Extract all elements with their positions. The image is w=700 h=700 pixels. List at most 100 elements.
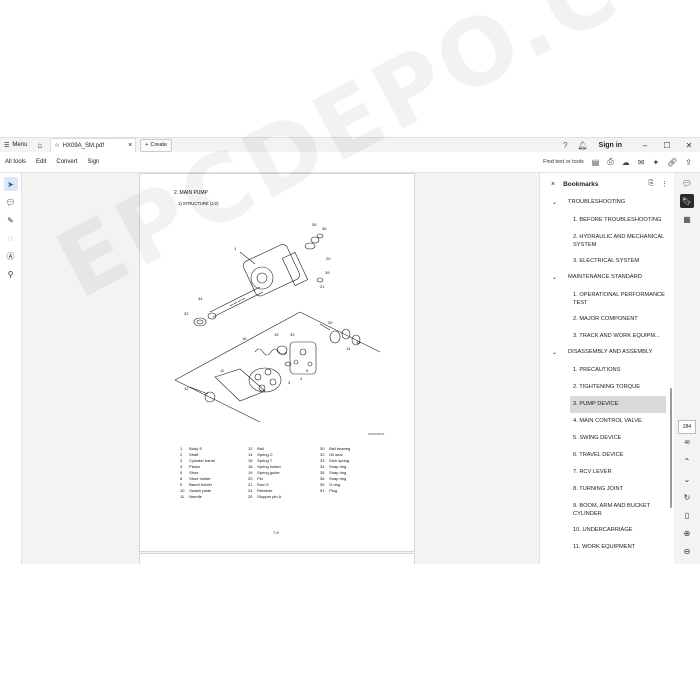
svg-text:32: 32 bbox=[184, 311, 189, 316]
create-button[interactable]: + Create bbox=[140, 138, 172, 152]
find-text-button[interactable]: Find text or tools bbox=[543, 159, 584, 165]
right-tool-rail: 💬︎ 🔖︎ ▦ 284 48 ⌃ ⌄ ↻ ▯ ⊕ ⊖ bbox=[674, 173, 700, 564]
bookmarks-panel: × Bookmarks ⎘ ⋮ ⌄ TROUBLESHOOTING 1. BEFO… bbox=[539, 173, 674, 564]
page-number: 7-9 bbox=[273, 530, 279, 535]
hamburger-icon: ☰ bbox=[4, 142, 10, 149]
svg-text:19: 19 bbox=[274, 332, 279, 337]
svg-text:21: 21 bbox=[320, 284, 325, 289]
add-bookmark-icon[interactable]: ⎘ bbox=[648, 180, 654, 188]
bookmark-item[interactable]: 1. BEFORE TROUBLESHOOTING bbox=[540, 212, 674, 229]
bookmark-item[interactable]: 2. TIGHTENING TORQUE bbox=[540, 379, 674, 396]
svg-text:12: 12 bbox=[184, 386, 189, 391]
bookmark-section[interactable]: ⌄ TROUBLESHOOTING bbox=[540, 195, 674, 212]
bookmark-item[interactable]: 9. BOOM, ARM AND BUCKET CYLINDER bbox=[540, 498, 674, 522]
figure-code: 1500AMP01 bbox=[368, 432, 385, 436]
thumbnails-icon[interactable]: ▦ bbox=[680, 212, 694, 226]
titlebar-right: ? 🔔︎ Sign in – ☐ ✕ bbox=[558, 138, 700, 152]
bookmark-item[interactable]: 3. TRACK AND WORK EQUIPM... bbox=[540, 328, 674, 345]
svg-text:11: 11 bbox=[220, 368, 225, 373]
svg-text:4: 4 bbox=[300, 376, 303, 381]
menu-convert[interactable]: Convert bbox=[56, 159, 77, 165]
more-options-icon[interactable]: ⋮ bbox=[661, 180, 668, 188]
legend-row: 51 Plug bbox=[320, 488, 338, 493]
scroll-down-icon[interactable]: ⌄ bbox=[680, 472, 694, 486]
legend-row: 11 Needle bbox=[180, 494, 202, 499]
svg-text:14: 14 bbox=[346, 346, 351, 351]
bookmark-item[interactable]: 2. MAJOR COMPONENT bbox=[540, 311, 674, 328]
svg-text:39: 39 bbox=[325, 270, 330, 275]
create-label: Create bbox=[150, 142, 167, 148]
bookmarks-title: Bookmarks bbox=[563, 180, 599, 188]
home-icon[interactable]: ⌂ bbox=[37, 141, 42, 150]
chevron-down-icon[interactable]: ⌄ bbox=[552, 274, 557, 281]
svg-text:35: 35 bbox=[312, 222, 317, 227]
zoom-out-icon[interactable]: ⊖ bbox=[680, 544, 694, 558]
comments-panel-icon[interactable]: 💬︎ bbox=[680, 176, 694, 190]
menu-all-tools[interactable]: All tools bbox=[5, 159, 26, 165]
svg-text:33: 33 bbox=[290, 332, 295, 337]
menu-edit[interactable]: Edit bbox=[36, 159, 46, 165]
document-tab[interactable]: ☆ HX09A_SM.pdf × bbox=[50, 138, 137, 152]
bookmark-item-selected[interactable]: 3. PUMP DEVICE bbox=[570, 396, 666, 413]
bookmark-item[interactable]: 8. TURNING JOINT bbox=[540, 481, 674, 498]
menu-sign[interactable]: Sign bbox=[87, 159, 99, 165]
scroll-up-icon[interactable]: ⌃ bbox=[680, 454, 694, 468]
svg-text:3: 3 bbox=[288, 380, 291, 385]
bookmark-item[interactable]: 1. PRECAUTIONS bbox=[540, 362, 674, 379]
bookmark-item[interactable]: 3. ELECTRICAL SYSTEM bbox=[540, 253, 674, 270]
bookmark-item[interactable]: 10. UNDERCARRIAGE bbox=[540, 522, 674, 539]
chevron-down-icon[interactable]: ⌄ bbox=[552, 199, 557, 206]
select-cursor-icon[interactable]: ➤ bbox=[3, 177, 18, 191]
close-panel-icon[interactable]: × bbox=[551, 181, 555, 188]
help-icon[interactable]: ? bbox=[563, 141, 567, 150]
text-box-icon[interactable]: Ⓐ bbox=[4, 249, 18, 263]
maximize-button[interactable]: ☐ bbox=[656, 141, 678, 150]
bookmark-item[interactable]: 11. WORK EQUIPMENT bbox=[540, 539, 674, 556]
rail-spacer bbox=[674, 230, 700, 420]
svg-text:36: 36 bbox=[322, 226, 327, 231]
close-window-button[interactable]: ✕ bbox=[678, 141, 700, 150]
bookmark-item[interactable]: 6. TRAVEL DEVICE bbox=[540, 447, 674, 464]
bookmark-item[interactable]: 1. OPERATIONAL PERFORMANCE TEST bbox=[540, 287, 674, 311]
bookmarks-list: ⌄ TROUBLESHOOTING 1. BEFORE TROUBLESHOOTI… bbox=[540, 195, 674, 556]
menu-button[interactable]: ☰ Menu bbox=[4, 138, 27, 152]
bookmarks-header: × Bookmarks ⎘ ⋮ bbox=[540, 173, 674, 195]
lasso-icon[interactable]: ◌ bbox=[4, 231, 18, 245]
svg-text:5: 5 bbox=[306, 368, 309, 373]
next-pdf-page bbox=[139, 553, 415, 564]
svg-text:20: 20 bbox=[326, 256, 331, 261]
sign-in-button[interactable]: Sign in bbox=[599, 142, 622, 149]
mail-icon[interactable]: ✉ bbox=[638, 158, 645, 167]
notification-bell-icon[interactable]: 🔔︎ bbox=[578, 141, 588, 150]
stamp-icon[interactable]: ⚲ bbox=[4, 267, 18, 281]
total-pages: 48 bbox=[684, 440, 690, 446]
link-icon[interactable]: 🔗︎ bbox=[667, 158, 677, 167]
plus-icon: + bbox=[145, 142, 149, 148]
chevron-down-icon[interactable]: ⌄ bbox=[552, 349, 557, 356]
star-icon[interactable]: ☆ bbox=[54, 142, 59, 149]
bookmark-item[interactable]: 5. SWING DEVICE bbox=[540, 430, 674, 447]
bookmark-section[interactable]: ⌄ MAINTENANCE STANDARD bbox=[540, 270, 674, 287]
pen-icon[interactable]: ✎ bbox=[4, 213, 18, 227]
comment-icon[interactable]: 💬︎ bbox=[4, 195, 18, 209]
share-icon[interactable]: ⇪ bbox=[685, 158, 692, 167]
current-page-input[interactable]: 284 bbox=[678, 420, 696, 434]
bookmarks-panel-icon[interactable]: 🔖︎ bbox=[680, 194, 694, 208]
quick-tools: Find text or tools ▤ ⎙ ☁ ✉ ✦ 🔗︎ ⇪ bbox=[539, 157, 696, 167]
minimize-button[interactable]: – bbox=[634, 141, 656, 150]
bookmarks-scrollbar[interactable] bbox=[670, 388, 672, 508]
legend-row: 25 Stopper pin A bbox=[248, 494, 282, 499]
bookmark-item[interactable]: 4. MAIN CONTROL VALVE bbox=[540, 413, 674, 430]
bookmark-section[interactable]: ⌄ DISASSEMBLY AND ASSEMBLY bbox=[540, 345, 674, 362]
page-icon[interactable]: ▯ bbox=[680, 508, 694, 522]
rotate-icon[interactable]: ↻ bbox=[680, 490, 694, 504]
cloud-icon[interactable]: ☁ bbox=[622, 158, 630, 167]
zoom-in-icon[interactable]: ⊕ bbox=[680, 526, 694, 540]
bookmark-item[interactable]: 2. HYDRAULIC AND MECHANICAL SYSTEM bbox=[540, 229, 674, 253]
ai-assistant-icon[interactable]: ✦ bbox=[652, 158, 659, 167]
save-icon[interactable]: ▤ bbox=[592, 158, 600, 167]
close-tab-icon[interactable]: × bbox=[128, 142, 132, 149]
svg-text:35: 35 bbox=[356, 340, 361, 345]
bookmark-item[interactable]: 7. RCV LEVER bbox=[540, 464, 674, 481]
print-icon[interactable]: ⎙ bbox=[607, 157, 613, 167]
